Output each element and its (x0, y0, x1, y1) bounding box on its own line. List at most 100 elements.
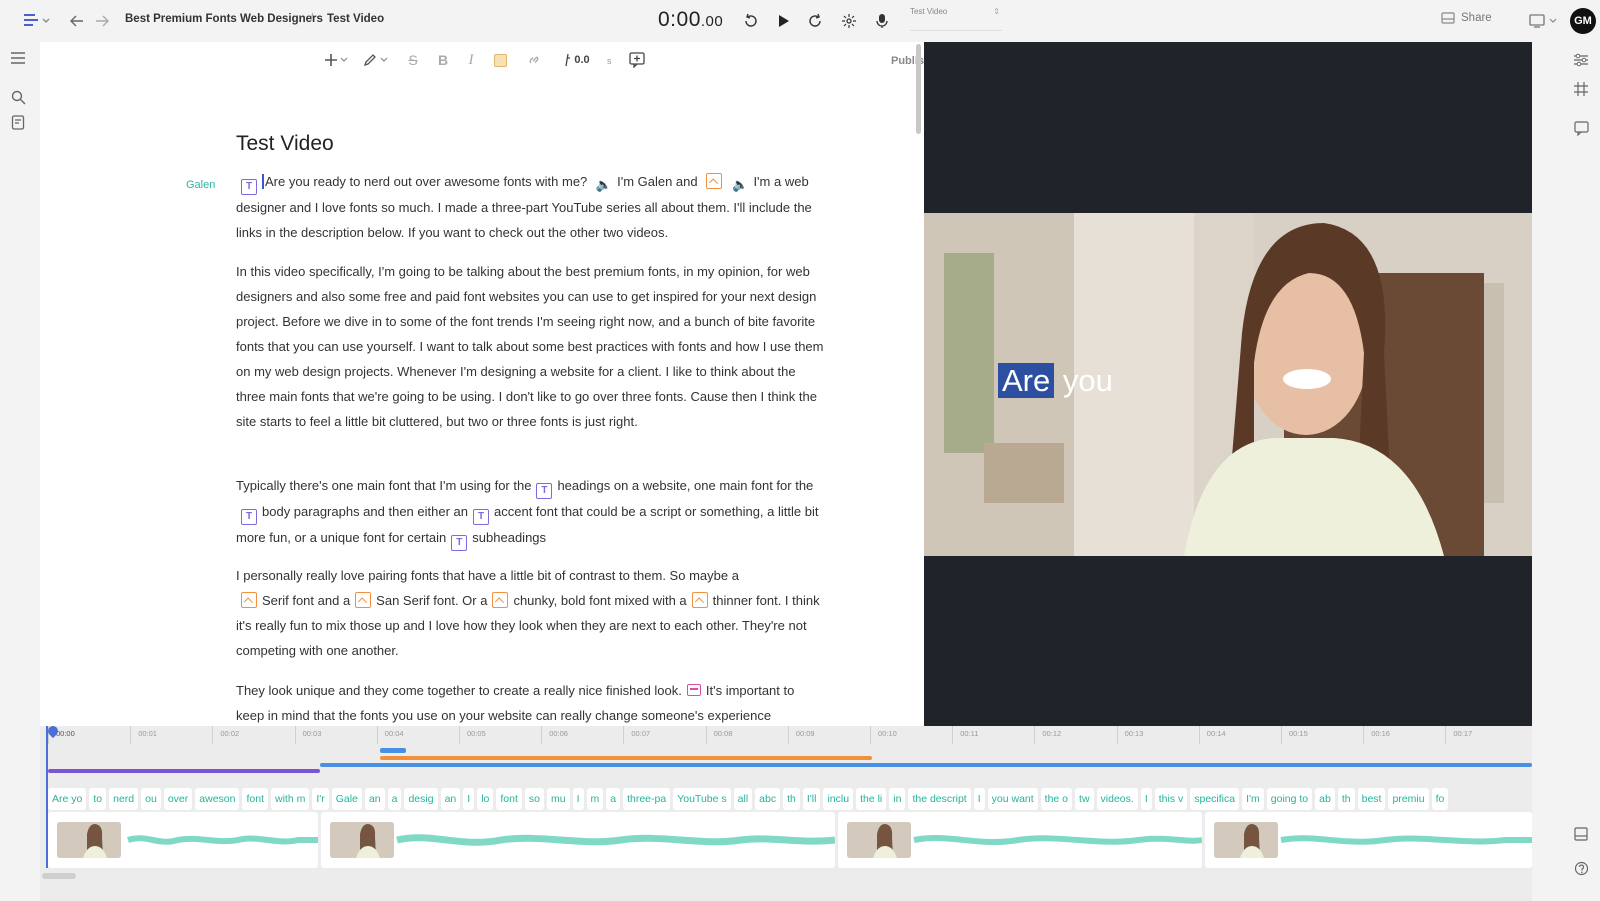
timeline-word[interactable]: I'll (802, 788, 821, 810)
timeline-word[interactable]: over (163, 788, 193, 810)
text-layer-icon[interactable]: T (241, 509, 257, 525)
avatar[interactable]: GM (1570, 8, 1596, 34)
image-layer-icon[interactable] (691, 592, 708, 608)
display-menu-button[interactable] (1528, 11, 1560, 31)
speaker-label[interactable]: Galen (186, 179, 215, 191)
timeline-word[interactable]: m (586, 788, 604, 810)
timeline-word[interactable]: abc (755, 788, 781, 810)
timeline-word[interactable]: a (606, 788, 621, 810)
text-layer-icon[interactable]: T (536, 483, 553, 499)
timeline-word[interactable]: I (973, 788, 985, 810)
skip-forward-button[interactable] (806, 11, 826, 31)
back-button[interactable] (68, 12, 86, 30)
scene-layer-icon[interactable] (686, 684, 701, 696)
timeline-word[interactable]: th (783, 788, 800, 810)
timeline-word[interactable]: font (242, 788, 268, 810)
effects-button[interactable] (839, 11, 859, 31)
paragraph-1[interactable]: T Are you ready to nerd out over awesome … (236, 169, 826, 245)
timeline-word[interactable]: I (1140, 788, 1152, 810)
library-button[interactable] (8, 112, 28, 132)
timeline-word[interactable]: th (1337, 788, 1355, 810)
timeline-word[interactable]: I (463, 788, 475, 810)
timeline-word[interactable]: fo (1431, 788, 1449, 810)
timeline-scrollbar[interactable] (42, 873, 76, 879)
timeline-word[interactable]: mu (546, 788, 570, 810)
timeline-word[interactable]: ab (1315, 788, 1335, 810)
timeline-word[interactable]: all (733, 788, 753, 810)
timeline-word[interactable]: lo (477, 788, 494, 810)
track-bar-marker[interactable] (380, 748, 406, 753)
paragraph-5[interactable]: They look unique and they come together … (236, 678, 826, 728)
image-layer-icon[interactable] (492, 592, 509, 608)
timeline-toggle-button[interactable] (1571, 824, 1591, 844)
timeline-word[interactable]: desig (404, 788, 438, 810)
style-tool-button[interactable] (362, 50, 390, 70)
timeline[interactable]: 00:00 00:01 00:02 00:03 00:04 00:05 00:06 00:07… (40, 723, 1532, 901)
video-clip[interactable] (321, 812, 835, 868)
timeline-word[interactable]: the descript (908, 788, 971, 810)
timeline-word[interactable]: I (572, 788, 584, 810)
timeline-word[interactable]: going to (1266, 788, 1313, 810)
timeline-word[interactable]: I'r (312, 788, 329, 810)
timeline-word[interactable]: a (387, 788, 402, 810)
timeline-word[interactable]: font (496, 788, 522, 810)
timeline-word[interactable]: premiu (1388, 788, 1429, 810)
timeline-word[interactable]: an (440, 788, 461, 810)
sound-effect-icon[interactable]: 🔈 (596, 172, 612, 192)
timeline-word[interactable]: ou (141, 788, 161, 810)
video-clip[interactable] (838, 812, 1202, 868)
gap-control[interactable]: 0.0 (560, 50, 594, 70)
timeline-word[interactable]: so (524, 788, 544, 810)
timeline-ruler[interactable]: 00:00 00:01 00:02 00:03 00:04 00:05 00:06 00:07… (40, 726, 1532, 744)
forward-button[interactable] (93, 12, 111, 30)
add-comment-button[interactable] (627, 50, 647, 70)
play-button[interactable] (773, 11, 793, 31)
text-layer-icon[interactable]: T (473, 509, 489, 525)
paragraph-2[interactable]: In this video specifically, I'm going to… (236, 259, 826, 434)
timeline-word[interactable]: the li (856, 788, 887, 810)
track-bar-purple[interactable] (48, 769, 320, 773)
timeline-word[interactable]: YouTube s (673, 788, 731, 810)
timeline-word[interactable]: the o (1040, 788, 1073, 810)
timeline-word[interactable]: you want (987, 788, 1038, 810)
image-layer-icon[interactable] (241, 592, 257, 608)
timeline-word[interactable]: three-pa (623, 788, 671, 810)
timeline-word[interactable]: to (89, 788, 107, 810)
properties-button[interactable] (1571, 50, 1591, 70)
timeline-word[interactable]: best (1357, 788, 1386, 810)
image-layer-icon[interactable] (706, 173, 723, 189)
italic-button[interactable]: I (461, 50, 481, 70)
track-bar-orange[interactable] (380, 756, 872, 760)
timeline-word[interactable]: inclu (823, 788, 854, 810)
document-title[interactable]: Test Video (236, 132, 334, 156)
text-layer-icon[interactable]: T (451, 535, 468, 551)
highlight-button[interactable] (490, 50, 510, 70)
bold-button[interactable]: B (433, 50, 453, 70)
layout-button[interactable] (1571, 79, 1591, 99)
link-button[interactable] (524, 50, 544, 70)
comments-button[interactable] (1571, 118, 1591, 138)
timeline-word[interactable]: aweson (195, 788, 240, 810)
clip-track[interactable] (48, 812, 1532, 868)
breadcrumb-current[interactable]: Test Video (327, 13, 384, 25)
composition-selector[interactable]: Test Video ⇕ (910, 7, 1002, 31)
paragraph-4[interactable]: I personally really love pairing fonts t… (236, 563, 826, 663)
share-button[interactable]: Share (1441, 12, 1492, 24)
timeline-word[interactable]: videos. (1096, 788, 1138, 810)
word-track[interactable]: Are yo to nerd ou over aweson font with m I'r Gal… (48, 788, 1532, 810)
timeline-word[interactable]: nerd (109, 788, 139, 810)
timeline-word[interactable]: Are yo (48, 788, 87, 810)
timeline-word[interactable]: tw (1075, 788, 1094, 810)
text-layer-icon[interactable]: T (241, 179, 257, 195)
video-clip[interactable] (1205, 812, 1532, 868)
skip-back-button[interactable] (740, 11, 760, 31)
timeline-word[interactable]: this v (1154, 788, 1188, 810)
sidebar-toggle-button[interactable] (8, 48, 28, 68)
timeline-word[interactable]: in (889, 788, 906, 810)
search-button[interactable] (8, 87, 28, 107)
timeline-word[interactable]: specifica (1190, 788, 1240, 810)
app-menu-button[interactable] (22, 11, 52, 31)
video-clip[interactable] (48, 812, 318, 868)
video-preview[interactable]: Are you (924, 42, 1532, 726)
strikethrough-button[interactable]: S (403, 50, 423, 70)
